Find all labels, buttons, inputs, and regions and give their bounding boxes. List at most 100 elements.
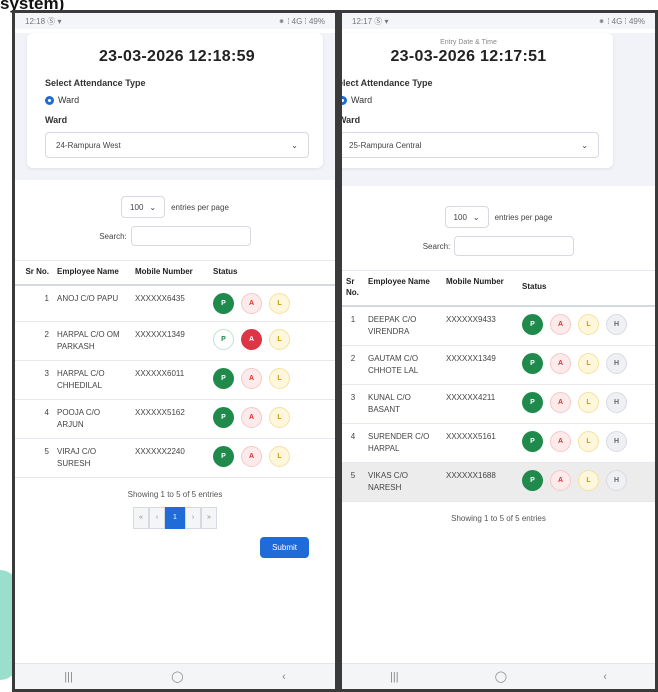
mobile-number-cell: XXXXXX5162 bbox=[131, 399, 209, 439]
holiday-button[interactable]: H bbox=[606, 391, 627, 413]
status-cell: PAL bbox=[209, 438, 335, 478]
leave-button[interactable]: L bbox=[578, 391, 599, 413]
recent-apps-icon[interactable]: ||| bbox=[390, 671, 399, 683]
leave-button[interactable]: L bbox=[269, 445, 290, 467]
sr-no-cell: 1 bbox=[15, 284, 53, 322]
mobile-number-cell: XXXXXX4211 bbox=[442, 384, 518, 424]
leave-button[interactable]: L bbox=[269, 406, 290, 428]
entries-per-page-select[interactable]: 100 ⌄ bbox=[121, 196, 166, 218]
absent-button[interactable]: A bbox=[550, 469, 571, 491]
phone-screenshot-left: 12:18 Ⓢ ▾ ⁕ ⁞ 4G ⁞ 49% 23-03-2026 12:18:… bbox=[12, 10, 338, 692]
present-button[interactable]: P bbox=[522, 313, 543, 335]
status-cell: PAL bbox=[209, 399, 335, 439]
mobile-number-cell: XXXXXX1688 bbox=[442, 462, 518, 502]
form-panel: Entry Date & Time 23-03-2026 12:17:51 el… bbox=[342, 33, 655, 186]
chevron-down-icon: ⌄ bbox=[581, 140, 588, 150]
leave-button[interactable]: L bbox=[269, 328, 290, 350]
column-header-mobile-number[interactable]: Mobile Number bbox=[131, 259, 209, 286]
present-button[interactable]: P bbox=[522, 352, 543, 374]
search-input[interactable] bbox=[130, 226, 251, 246]
attendance-table: Sr No. Employee Name Mobile Number Statu… bbox=[15, 259, 335, 478]
ward-radio-option[interactable]: Ward bbox=[45, 95, 309, 105]
ward-radio-option[interactable]: Ward bbox=[342, 95, 599, 105]
table-row: 2 GAUTAM C/O CHHOTE LAL XXXXXX1349 PALH bbox=[342, 345, 655, 385]
holiday-button[interactable]: H bbox=[606, 313, 627, 335]
column-header-status[interactable]: Status bbox=[518, 269, 655, 307]
leave-button[interactable]: L bbox=[578, 469, 599, 491]
absent-button[interactable]: A bbox=[550, 430, 571, 452]
holiday-button[interactable]: H bbox=[606, 352, 627, 374]
status-time: 12:17 bbox=[352, 16, 373, 26]
present-button[interactable]: P bbox=[213, 292, 234, 314]
ward-radio-label: Ward bbox=[351, 95, 373, 105]
attendance-type-label: Select Attendance Type bbox=[45, 78, 146, 88]
present-button[interactable]: P bbox=[522, 469, 543, 491]
column-header-mobile-number[interactable]: Mobile Number bbox=[442, 269, 518, 307]
home-icon[interactable]: ◯ bbox=[171, 670, 183, 683]
column-header-sr-no[interactable]: Sr No. bbox=[342, 269, 364, 307]
radio-selected-icon[interactable] bbox=[45, 95, 54, 105]
column-header-sr-no[interactable]: Sr No. bbox=[15, 259, 53, 286]
sr-no-cell: 2 bbox=[342, 345, 364, 385]
absent-button[interactable]: A bbox=[241, 445, 262, 467]
status-bar: 12:17 Ⓢ ▾ ⁕ ⁞ 4G ⁞ 49% bbox=[342, 13, 655, 29]
table-row: 4 SURENDER C/O HARPAL XXXXXX5161 PALH bbox=[342, 423, 655, 463]
entries-per-page-label: entries per page bbox=[171, 202, 229, 212]
column-header-status[interactable]: Status bbox=[209, 259, 335, 286]
home-icon[interactable]: ◯ bbox=[495, 670, 507, 683]
present-button[interactable]: P bbox=[213, 367, 234, 389]
page-1-button[interactable]: 1 bbox=[165, 506, 185, 529]
present-button[interactable]: P bbox=[213, 406, 234, 428]
table-row: 5 VIKAS C/O NARESH XXXXXX1688 PALH bbox=[342, 462, 655, 502]
recent-apps-icon[interactable]: ||| bbox=[64, 671, 73, 683]
status-cell: PAL bbox=[209, 321, 335, 361]
absent-button[interactable]: A bbox=[241, 328, 262, 350]
leave-button[interactable]: L bbox=[578, 352, 599, 374]
leave-button[interactable]: L bbox=[578, 430, 599, 452]
sr-no-cell: 3 bbox=[15, 360, 53, 400]
ward-select[interactable]: 24-Rampura West ⌄ bbox=[45, 132, 309, 158]
absent-button[interactable]: A bbox=[550, 391, 571, 413]
last-page-button[interactable]: » bbox=[201, 506, 217, 529]
search-input[interactable] bbox=[454, 236, 575, 256]
prev-page-button[interactable]: ‹ bbox=[149, 506, 165, 529]
status-icons: Ⓢ ▾ bbox=[374, 16, 389, 26]
status-cell: PALH bbox=[518, 345, 655, 385]
absent-button[interactable]: A bbox=[550, 352, 571, 374]
present-button[interactable]: P bbox=[522, 391, 543, 413]
status-indicators: ⁕ ⁞ 4G ⁞ 49% bbox=[278, 16, 325, 26]
pagination: « ‹ 1 › » bbox=[15, 506, 335, 529]
ward-label: Ward bbox=[338, 115, 361, 125]
leave-button[interactable]: L bbox=[578, 313, 599, 335]
present-button[interactable]: P bbox=[213, 445, 234, 467]
mobile-number-cell: XXXXXX1349 bbox=[131, 321, 209, 361]
submit-button[interactable]: Submit bbox=[260, 536, 309, 558]
absent-button[interactable]: A bbox=[241, 406, 262, 428]
next-page-button[interactable]: › bbox=[185, 506, 201, 529]
entries-per-page-select[interactable]: 100 ⌄ bbox=[444, 206, 489, 228]
present-button[interactable]: P bbox=[522, 430, 543, 452]
absent-button[interactable]: A bbox=[550, 313, 571, 335]
column-header-employee-name[interactable]: Employee Name bbox=[53, 259, 131, 286]
leave-button[interactable]: L bbox=[269, 367, 290, 389]
absent-button[interactable]: A bbox=[241, 367, 262, 389]
back-icon[interactable]: ‹ bbox=[603, 671, 607, 683]
sr-no-cell: 2 bbox=[15, 321, 53, 361]
entry-time-label: Entry Date & Time bbox=[440, 39, 497, 46]
employee-name-cell: KUNAL C/O BASANT bbox=[364, 384, 442, 424]
leave-button[interactable]: L bbox=[269, 292, 290, 314]
holiday-button[interactable]: H bbox=[606, 430, 627, 452]
ward-select[interactable]: 25-Rampura Central ⌄ bbox=[342, 132, 599, 158]
present-button[interactable]: P bbox=[213, 328, 234, 350]
sr-no-cell: 5 bbox=[342, 462, 364, 502]
radio-selected-icon[interactable] bbox=[342, 95, 347, 105]
employee-name-cell: HARPAL C/O OM PARKASH bbox=[53, 321, 131, 361]
first-page-button[interactable]: « bbox=[133, 506, 149, 529]
absent-button[interactable]: A bbox=[241, 292, 262, 314]
holiday-button[interactable]: H bbox=[606, 469, 627, 491]
back-icon[interactable]: ‹ bbox=[282, 671, 286, 683]
table-row: 2 HARPAL C/O OM PARKASH XXXXXX1349 PAL bbox=[15, 321, 335, 361]
chevron-down-icon: ⌄ bbox=[291, 140, 298, 150]
column-header-employee-name[interactable]: Employee Name bbox=[364, 269, 442, 307]
search-label: Search: bbox=[422, 241, 451, 251]
